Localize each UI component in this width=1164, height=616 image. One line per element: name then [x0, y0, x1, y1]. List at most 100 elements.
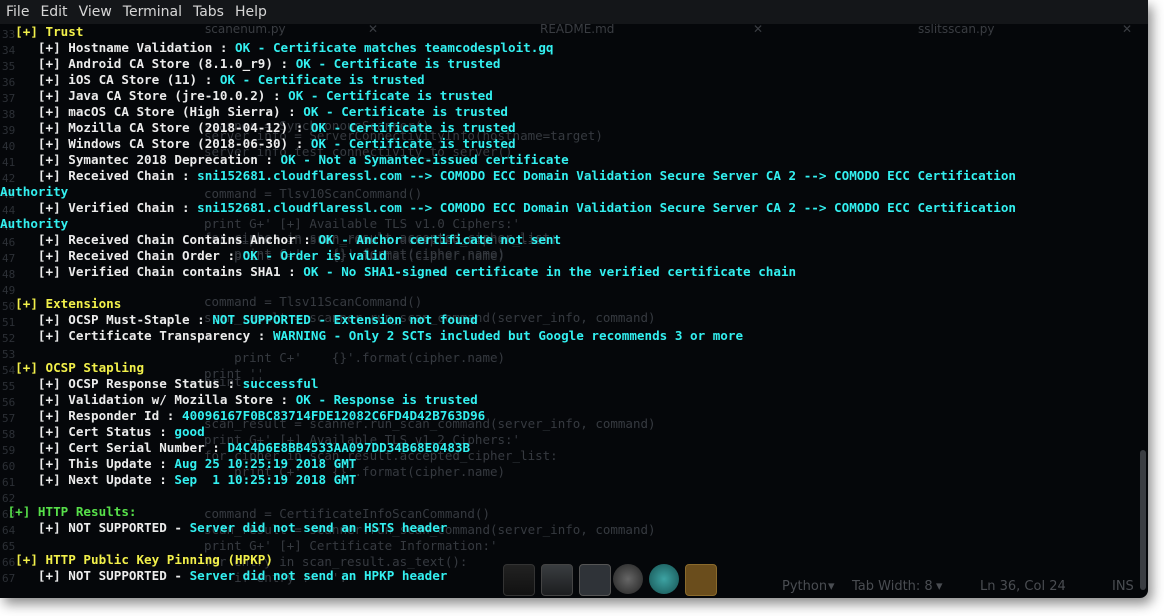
terminal-line: [+] Received Chain Order : OK - Order is… [0, 248, 387, 264]
terminal-line: [+] Windows CA Store (2018-06-30) : OK -… [0, 136, 516, 152]
terminal-text: Sep 1 10:25:19 2018 GMT [174, 472, 357, 487]
terminal-text: good [174, 424, 205, 439]
terminal-text: [+] HTTP Results: [0, 504, 137, 519]
menu-bar: File Edit View Terminal Tabs Help [0, 0, 1148, 24]
menu-view[interactable]: View [79, 4, 112, 20]
terminal-window: scanenum.py ✕ README.md ✕ sslitsscan.py … [0, 0, 1148, 598]
terminal-text: OK - Anchor certificate not sent [318, 232, 562, 247]
terminal-text: [+] Extensions [0, 296, 122, 311]
menu-file[interactable]: File [6, 4, 29, 20]
background-code-line: command = CertificateInfoScanCommand() [204, 506, 490, 521]
background-code-line: print G+' [+] Certificate Information:' [204, 538, 498, 553]
terminal-line: [+] iOS CA Store (11) : OK - Certificate… [0, 72, 425, 88]
terminal-line: [+] Mozilla CA Store (2018-04-12) : OK -… [0, 120, 516, 136]
terminal-line: [+] NOT SUPPORTED - Server did not send … [0, 568, 447, 584]
terminal-text: Server did not send an HSTS header [189, 520, 448, 535]
terminal-text: OK - Certificate is trusted [310, 120, 516, 135]
terminal-text: [+] Verified Chain contains SHA1 : [0, 264, 304, 279]
tab-width-selector[interactable]: Tab Width: 8 [852, 579, 933, 594]
terminal-text: [+] Android CA Store (8.1.0_r9) : [0, 56, 296, 71]
terminal-text: sni152681.cloudflaressl.com --> COMODO E… [197, 200, 1017, 215]
terminal-text: [+] OCSP Response Status : [0, 376, 243, 391]
terminal-text: [+] Cert Serial Number : [0, 440, 228, 455]
chevron-down-icon: ▾ [828, 579, 835, 594]
terminal-line: [+] Received Chain : sni152681.cloudflar… [0, 168, 1016, 184]
background-code-line: print C+' {}'.format(cipher.name) [204, 350, 506, 365]
terminal-text: [+] iOS CA Store (11) : [0, 72, 220, 87]
terminal-text: [+] OCSP Stapling [0, 360, 145, 375]
terminal-line: [+] macOS CA Store (High Sierra) : OK - … [0, 104, 508, 120]
terminal-text: OK - Certificate matches teamcodesploit.… [235, 40, 554, 55]
terminal-text: [+] Certificate Transparency : [0, 328, 273, 343]
terminal-line: [+] NOT SUPPORTED - Server did not send … [0, 520, 447, 536]
terminal-line: Authority [0, 184, 68, 200]
terminal-line: [+] This Update : Aug 25 10:25:19 2018 G… [0, 456, 356, 472]
terminal-line: [+] Android CA Store (8.1.0_r9) : OK - C… [0, 56, 501, 72]
terminal-text: [+] Verified Chain : [0, 200, 198, 215]
terminal-line: [+] Verified Chain : sni152681.cloudflar… [0, 200, 1016, 216]
terminal-text: WARNING - Only 2 SCTs included but Googl… [272, 328, 744, 343]
terminal-text: successful [242, 376, 319, 391]
terminal-text: OK - Certificate is trusted [288, 88, 493, 103]
terminal-text: [+] Hostname Validation : [0, 40, 236, 55]
cursor-position: Ln 36, Col 24 [980, 579, 1066, 594]
terminal-line: [+] Responder Id : 40096167F0BC83714FDE1… [0, 408, 485, 424]
terminal-text: sni152681.cloudflaressl.com --> COMODO E… [197, 168, 1017, 183]
terminal-text: Authority [0, 216, 69, 231]
terminal-line: [+] OCSP Response Status : successful [0, 376, 319, 392]
terminal-text: [+] Symantec 2018 Deprecation : [0, 152, 281, 167]
terminal-text: [+] Validation w/ Mozilla Store : [0, 392, 296, 407]
terminal-text: [+] Mozilla CA Store (2018-04-12) : [0, 120, 311, 135]
terminal-text: OK - No SHA1-signed certificate in the v… [303, 264, 797, 279]
terminal-text: [+] HTTP Public Key Pinning (HPKP) [0, 552, 273, 567]
terminal-text: [+] Received Chain Contains Anchor : [0, 232, 319, 247]
background-code-line: print G+' [+] Available TLS v1.0 Ciphers… [204, 216, 521, 231]
terminal-text: Server did not send an HPKP header [189, 568, 448, 583]
scrollbar-thumb[interactable] [1140, 450, 1146, 590]
terminal-text: [+] OCSP Must-Staple : [0, 312, 213, 327]
terminal-text: [+] Java CA Store (jre-10.0.2) : [0, 88, 289, 103]
terminal-text: OK - Certificate is trusted [295, 56, 501, 71]
language-selector[interactable]: Python [782, 579, 827, 594]
terminal-text: D4C4D6E8BB4533AA097DD34B68E0483B [227, 440, 471, 455]
terminal-text: NOT SUPPORTED - Extension not found [212, 312, 478, 327]
terminal-text: [+] Received Chain Order : [0, 248, 243, 263]
terminal-line: [+] HTTP Public Key Pinning (HPKP) [0, 552, 273, 568]
insert-mode: INS [1112, 579, 1134, 594]
terminal-text: OK - Order is valid [242, 248, 387, 263]
terminal-text: 40096167F0BC83714FDE12082C6FD4D42B763D96 [181, 408, 486, 423]
terminal-text: [+] Windows CA Store (2018-06-30) : [0, 136, 311, 151]
terminal-line: [+] Validation w/ Mozilla Store : OK - R… [0, 392, 478, 408]
terminal-line: [+] Cert Status : good [0, 424, 205, 440]
chevron-down-icon: ▾ [936, 579, 943, 594]
terminal-line: [+] Symantec 2018 Deprecation : OK - Not… [0, 152, 569, 168]
terminal-text: [+] NOT SUPPORTED - [0, 568, 190, 583]
terminal-line: [+] Cert Serial Number : D4C4D6E8BB4533A… [0, 440, 470, 456]
terminal-line: [+] Hostname Validation : OK - Certifica… [0, 40, 554, 56]
menu-tabs[interactable]: Tabs [193, 4, 224, 20]
terminal-text: [+] Cert Status : [0, 424, 175, 439]
menu-terminal[interactable]: Terminal [123, 4, 182, 20]
terminal-line: [+] Certificate Transparency : WARNING -… [0, 328, 743, 344]
terminal-text: OK - Certificate is trusted [219, 72, 425, 87]
terminal-text: [+] macOS CA Store (High Sierra) : [0, 104, 304, 119]
terminal-text: [+] This Update : [0, 456, 175, 471]
terminal-text: [+] Trust [0, 24, 84, 39]
terminal-line: [+] Extensions [0, 296, 121, 312]
terminal-line: [+] Next Update : Sep 1 10:25:19 2018 GM… [0, 472, 356, 488]
terminal-line: [+] Received Chain Contains Anchor : OK … [0, 232, 561, 248]
menu-help[interactable]: Help [235, 4, 267, 20]
terminal-line: [+] Verified Chain contains SHA1 : OK - … [0, 264, 796, 280]
terminal-text: OK - Response is trusted [295, 392, 478, 407]
terminal-text: OK - Not a Symantec-issued certificate [280, 152, 569, 167]
terminal-line: Authority [0, 216, 68, 232]
menu-edit[interactable]: Edit [40, 4, 67, 20]
terminal-line: [+] Java CA Store (jre-10.0.2) : OK - Ce… [0, 88, 493, 104]
terminal-text: [+] Responder Id : [0, 408, 182, 423]
terminal-line: [+] OCSP Must-Staple : NOT SUPPORTED - E… [0, 312, 478, 328]
terminal-text: [+] NOT SUPPORTED - [0, 520, 190, 535]
terminal-text: OK - Certificate is trusted [310, 136, 516, 151]
terminal-text: OK - Certificate is trusted [303, 104, 509, 119]
background-code-line: command = Tlsv11ScanCommand() [204, 294, 423, 309]
terminal-line: [+] Trust [0, 24, 83, 40]
